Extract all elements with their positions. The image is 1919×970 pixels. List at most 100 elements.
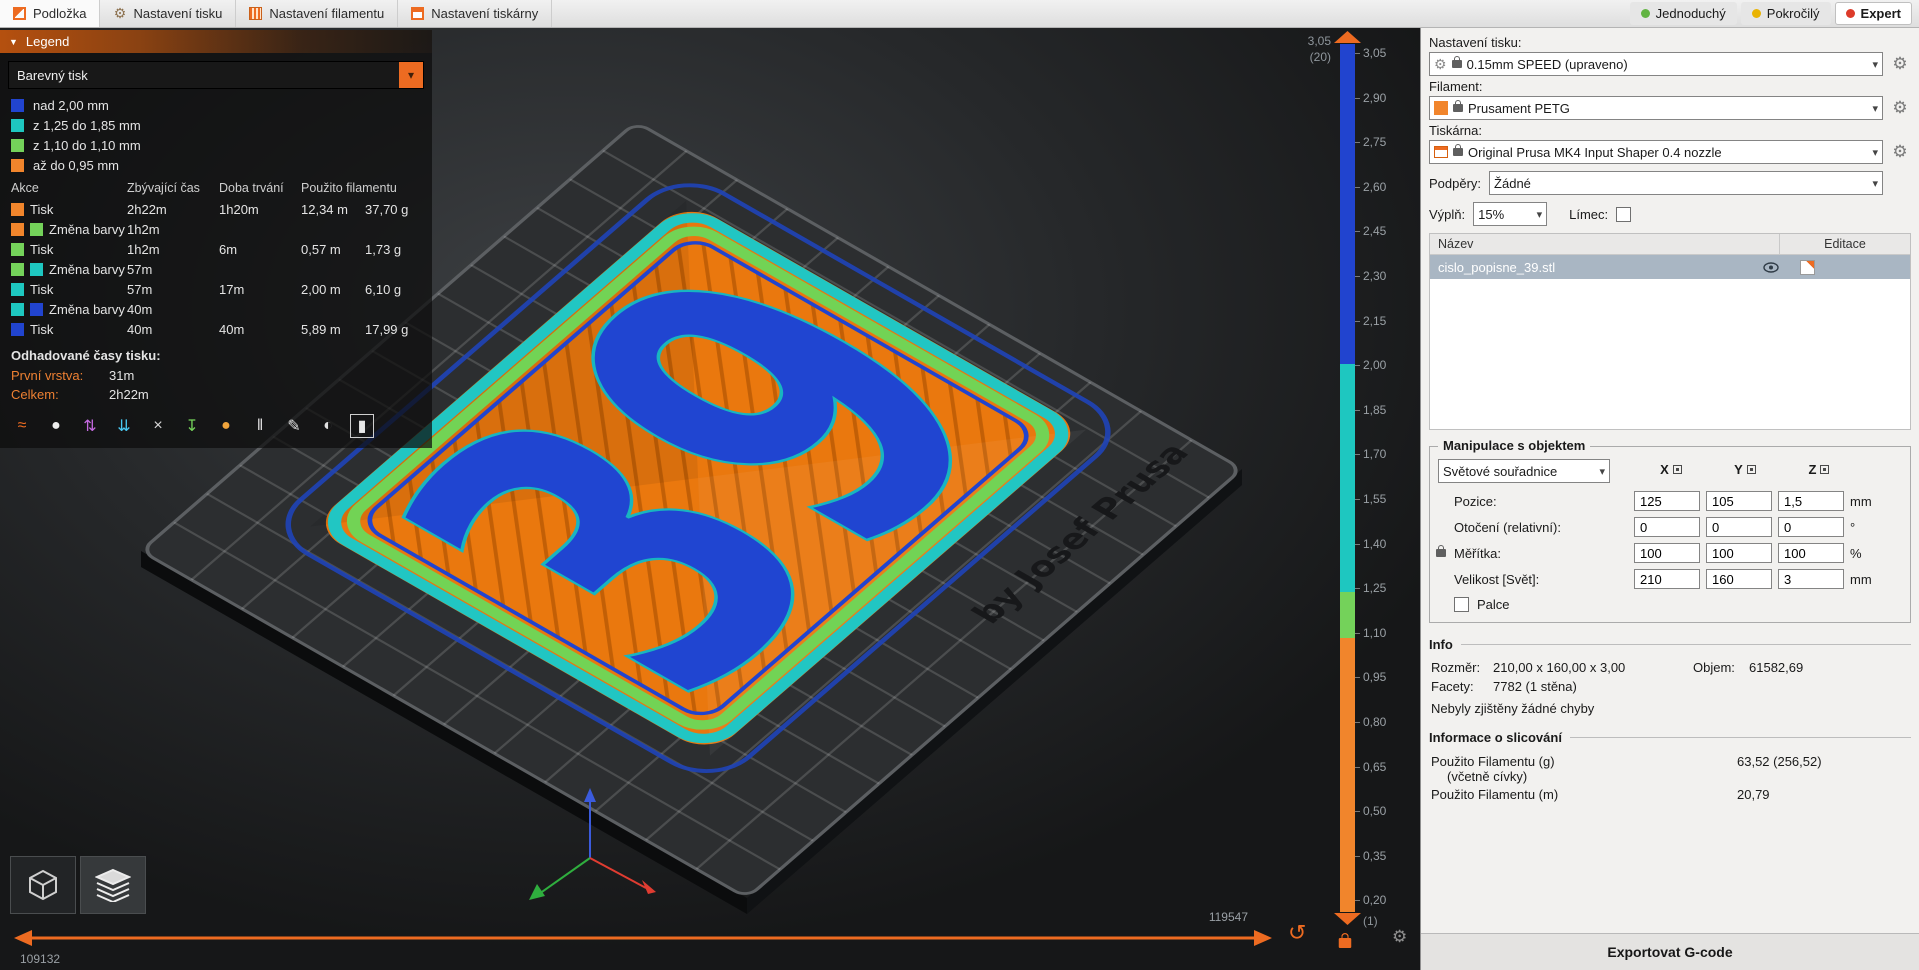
- divider: [1461, 644, 1911, 645]
- rotation-x-input[interactable]: [1634, 517, 1700, 537]
- size-label: Rozměr:: [1431, 660, 1493, 675]
- action-cell: Tisk: [11, 322, 127, 337]
- slider-right-arrow[interactable]: [1254, 930, 1272, 946]
- mode-expert[interactable]: Expert: [1835, 2, 1912, 25]
- scale-z-input[interactable]: [1778, 543, 1844, 563]
- brim-checkbox[interactable]: [1616, 207, 1631, 222]
- axis-x-label: X: [1660, 462, 1669, 477]
- supports-select[interactable]: Žádné ▾: [1489, 171, 1883, 195]
- mode-simple[interactable]: Jednoduchý: [1630, 2, 1737, 25]
- printer-select[interactable]: Original Prusa MK4 Input Shaper 0.4 nozz…: [1429, 140, 1883, 164]
- chevron-down-icon: ▾: [399, 62, 423, 88]
- layers-preview-button[interactable]: [80, 856, 146, 914]
- filament-used-g-label: Použito Filamentu (g): [1431, 754, 1737, 769]
- inches-checkbox[interactable]: [1454, 597, 1469, 612]
- legend-header[interactable]: ▼ Legend: [0, 30, 432, 53]
- used-weight: 6,10 g: [365, 282, 419, 297]
- 3d-editor-view-button[interactable]: [10, 856, 76, 914]
- divider: [1570, 737, 1911, 738]
- axis-target-icon: [1747, 465, 1756, 474]
- print-settings-gear-button[interactable]: ⚙: [1889, 54, 1911, 74]
- gcode-move-slider[interactable]: 119547 109132: [8, 908, 1278, 968]
- range-label: z 1,10 do 1,10 mm: [33, 138, 141, 153]
- supports-value: Žádné: [1494, 176, 1863, 191]
- tab-printer-settings[interactable]: Nastavení tiskárny: [398, 0, 552, 27]
- eye-icon[interactable]: [1756, 262, 1786, 273]
- info-section-title: Info: [1429, 637, 1911, 652]
- filament-gear-button[interactable]: ⚙: [1889, 98, 1911, 118]
- color-changes-icon[interactable]: ●: [214, 414, 238, 438]
- position-x-input[interactable]: [1634, 491, 1700, 511]
- tool-changes-icon[interactable]: ↧: [180, 414, 204, 438]
- scale-y-input[interactable]: [1706, 543, 1772, 563]
- layer-slider-top-handle[interactable]: [1334, 31, 1361, 43]
- layer-slider[interactable]: 3,05 (20) (1) 3,052,902,752,602,452,302,…: [1285, 28, 1420, 970]
- action-cell: Změna barvy: [11, 222, 127, 237]
- tab-filament-settings[interactable]: Nastavení filamentu: [236, 0, 398, 27]
- color-swatch: [30, 263, 43, 276]
- shells-icon[interactable]: ◐: [316, 414, 340, 438]
- layer-slider-bar[interactable]: [1340, 44, 1355, 912]
- manip-row-size: Velikost [Svět]:mm: [1438, 569, 1902, 589]
- printer-gear-button[interactable]: ⚙: [1889, 142, 1911, 162]
- mode-dot: [1641, 9, 1650, 18]
- seams-icon[interactable]: ×: [146, 414, 170, 438]
- mode-advanced[interactable]: Pokročilý: [1741, 2, 1831, 25]
- tick-mark: [1355, 677, 1360, 678]
- manipulation-title: Manipulace s objektem: [1438, 438, 1590, 453]
- move-slider-left-value: 109132: [20, 952, 60, 966]
- coordinates-select[interactable]: Světové souřadnice ▾: [1438, 459, 1610, 483]
- layer-slider-bottom-handle[interactable]: [1334, 913, 1361, 925]
- slider-left-arrow[interactable]: [14, 930, 32, 946]
- export-gcode-button[interactable]: Exportovat G-code: [1421, 933, 1919, 970]
- chevron-down-icon: ▾: [1868, 146, 1878, 159]
- edit-object-icon[interactable]: [1800, 260, 1815, 275]
- scale-x-input[interactable]: [1634, 543, 1700, 563]
- print-settings-select[interactable]: ⚙ 0.15mm SPEED (upraveno) ▾: [1429, 52, 1883, 76]
- view-type-select[interactable]: Barevný tisk ▾: [8, 61, 424, 89]
- infill-label: Výplň:: [1429, 207, 1465, 222]
- tab-plater[interactable]: Podložka: [0, 0, 100, 27]
- travels-icon[interactable]: ≈: [10, 414, 34, 438]
- used-weight: 17,99 g: [365, 322, 419, 337]
- custom-gcode-icon[interactable]: ✎: [282, 414, 306, 438]
- rotation-y-input[interactable]: [1706, 517, 1772, 537]
- tab-print-settings[interactable]: Nastavení tisku: [100, 0, 236, 27]
- pause-prints-icon[interactable]: ‖: [248, 414, 272, 438]
- retractions-icon[interactable]: ⇅: [78, 414, 102, 438]
- position-y-input[interactable]: [1706, 491, 1772, 511]
- gear-icon: ⚙: [1434, 56, 1447, 73]
- legend-marker-icon[interactable]: ▮: [350, 414, 374, 438]
- mode-label: Expert: [1861, 6, 1901, 21]
- used-length: 0,57 m: [301, 242, 365, 257]
- color-swatch: [30, 303, 43, 316]
- view-type-row: Barevný tisk ▾: [0, 53, 432, 95]
- size-x-input[interactable]: [1634, 569, 1700, 589]
- size-y-input[interactable]: [1706, 569, 1772, 589]
- info-title: Info: [1429, 637, 1453, 652]
- color-swatch: [11, 223, 24, 236]
- wipe-icon[interactable]: ●: [44, 414, 68, 438]
- move-slider-track[interactable]: [8, 926, 1278, 950]
- tick-mark: [1355, 53, 1360, 54]
- rotation-z-input[interactable]: [1778, 517, 1844, 537]
- scale-lock-icon[interactable]: [1436, 549, 1446, 557]
- tick-mark: [1355, 633, 1360, 634]
- legend-toolbar: ≈ ● ⇅ ⇊ × ↧ ● ‖ ✎ ◐ ▮: [0, 404, 432, 448]
- printer-value: Original Prusa MK4 Input Shaper 0.4 nozz…: [1468, 145, 1863, 160]
- col-remaining: Zbývající čas: [127, 181, 219, 195]
- object-row[interactable]: cislo_popisne_39.stl: [1430, 255, 1910, 279]
- layer-tick-label: 1,85: [1363, 403, 1386, 417]
- facets-label: Facety:: [1431, 679, 1493, 694]
- position-z-input[interactable]: [1778, 491, 1844, 511]
- deretractions-icon[interactable]: ⇊: [112, 414, 136, 438]
- layer-tick-label: 2,30: [1363, 269, 1386, 283]
- object-list-body[interactable]: [1430, 279, 1910, 429]
- printer-label: Tiskárna:: [1429, 123, 1911, 138]
- size-z-input[interactable]: [1778, 569, 1844, 589]
- layer-tick-label: 2,75: [1363, 135, 1386, 149]
- layer-tick-label: 2,45: [1363, 224, 1386, 238]
- infill-select[interactable]: 15% ▾: [1473, 202, 1547, 226]
- 3d-preview-viewport[interactable]: 39 by Josef Prusa ▼ Legend Barevný tis: [0, 28, 1420, 970]
- filament-select[interactable]: Prusament PETG ▾: [1429, 96, 1883, 120]
